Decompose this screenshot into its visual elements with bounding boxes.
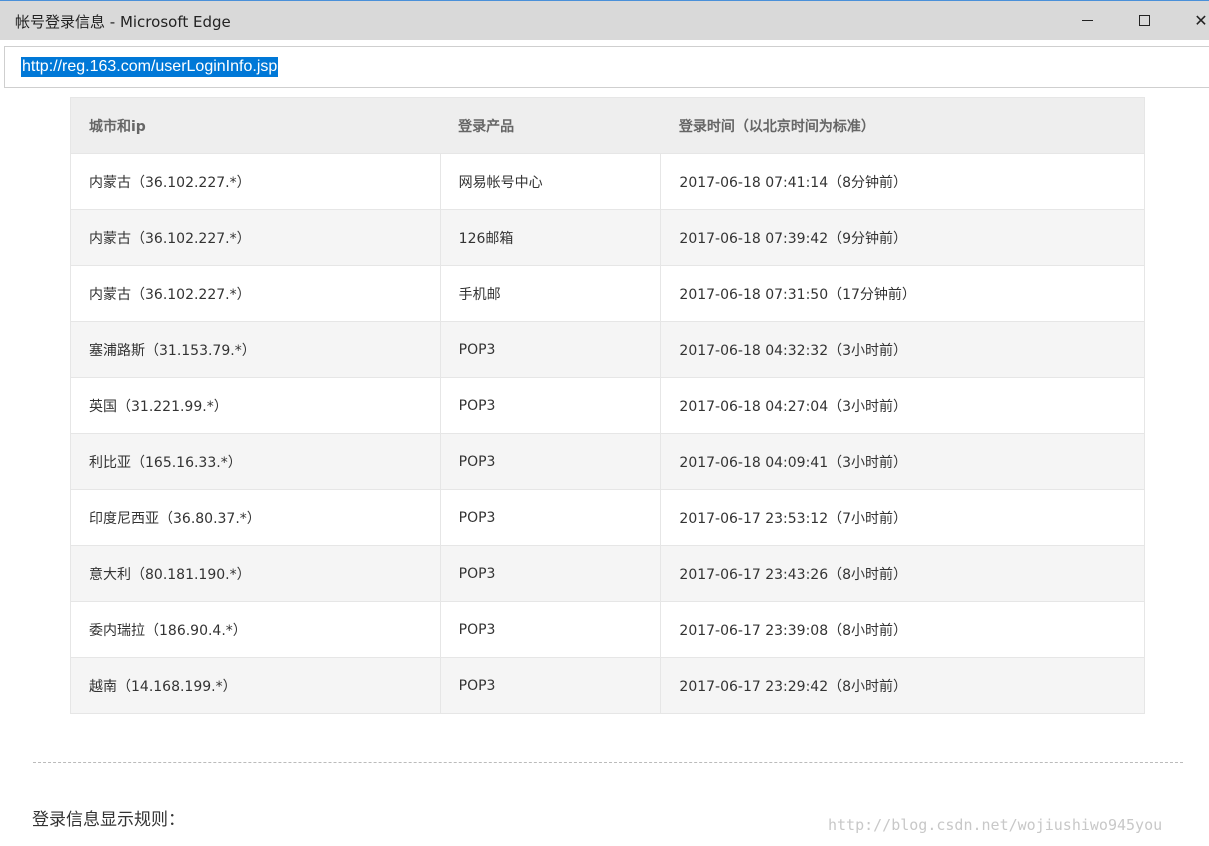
cell-product: POP3 [439,321,661,378]
cell-city-ip: 内蒙古（36.102.227.*） [70,265,441,322]
close-icon: ✕ [1194,11,1208,30]
window-title: 帐号登录信息 - Microsoft Edge [15,13,231,31]
header-city-ip: 城市和ip [70,97,441,154]
cell-city-ip: 内蒙古（36.102.227.*） [70,153,441,210]
table-row: 利比亚（165.16.33.*） POP3 2017-06-18 04:09:4… [70,433,1145,490]
cell-login-time: 2017-06-17 23:39:08（8小时前） [660,601,1145,658]
cell-login-time: 2017-06-17 23:43:26（8小时前） [660,545,1145,602]
cell-login-time: 2017-06-18 04:32:32（3小时前） [660,321,1145,378]
cell-city-ip: 越南（14.168.199.*） [70,657,441,714]
close-button[interactable]: ✕ [1178,1,1209,40]
cell-login-time: 2017-06-18 07:41:14（8分钟前） [660,153,1145,210]
cell-product: POP3 [439,489,661,546]
url-text[interactable]: http://reg.163.com/userLoginInfo.jsp [21,57,279,77]
cell-login-time: 2017-06-18 07:31:50（17分钟前） [660,265,1145,322]
maximize-button[interactable] [1121,1,1167,40]
section-divider [33,762,1183,763]
table-row: 内蒙古（36.102.227.*） 126邮箱 2017-06-18 07:39… [70,209,1145,266]
cell-login-time: 2017-06-18 07:39:42（9分钟前） [660,209,1145,266]
cell-product: 手机邮 [439,265,661,322]
table-row: 内蒙古（36.102.227.*） 手机邮 2017-06-18 07:31:5… [70,265,1145,322]
cell-product: POP3 [439,433,661,490]
cell-city-ip: 塞浦路斯（31.153.79.*） [70,321,441,378]
minimize-icon [1081,20,1093,21]
cell-city-ip: 利比亚（165.16.33.*） [70,433,441,490]
cell-city-ip: 意大利（80.181.190.*） [70,545,441,602]
address-bar[interactable]: http://reg.163.com/userLoginInfo.jsp [4,46,1209,88]
table-header-row: 城市和ip 登录产品 登录时间（以北京时间为标准） [70,97,1145,154]
table-row: 意大利（80.181.190.*） POP3 2017-06-17 23:43:… [70,545,1145,602]
cell-login-time: 2017-06-18 04:09:41（3小时前） [660,433,1145,490]
cell-product: 126邮箱 [439,209,661,266]
table-row: 委内瑞拉（186.90.4.*） POP3 2017-06-17 23:39:0… [70,601,1145,658]
login-info-table: 城市和ip 登录产品 登录时间（以北京时间为标准） 内蒙古（36.102.227… [70,97,1145,714]
header-product: 登录产品 [440,97,661,154]
cell-city-ip: 英国（31.221.99.*） [70,377,441,434]
table-row: 内蒙古（36.102.227.*） 网易帐号中心 2017-06-18 07:4… [70,153,1145,210]
cell-product: POP3 [439,377,661,434]
page-content: 城市和ip 登录产品 登录时间（以北京时间为标准） 内蒙古（36.102.227… [0,89,1209,846]
table-row: 塞浦路斯（31.153.79.*） POP3 2017-06-18 04:32:… [70,321,1145,378]
cell-city-ip: 印度尼西亚（36.80.37.*） [70,489,441,546]
cell-city-ip: 委内瑞拉（186.90.4.*） [70,601,441,658]
cell-login-time: 2017-06-18 04:27:04（3小时前） [660,377,1145,434]
maximize-icon [1138,15,1150,26]
cell-product: POP3 [439,545,661,602]
table-row: 印度尼西亚（36.80.37.*） POP3 2017-06-17 23:53:… [70,489,1145,546]
table-row: 越南（14.168.199.*） POP3 2017-06-17 23:29:4… [70,657,1145,714]
table-row: 英国（31.221.99.*） POP3 2017-06-18 04:27:04… [70,377,1145,434]
watermark: http://blog.csdn.net/wojiushiwo945you [828,816,1163,834]
minimize-button[interactable] [1064,1,1110,40]
window-titlebar: 帐号登录信息 - Microsoft Edge ✕ [0,0,1209,40]
cell-login-time: 2017-06-17 23:29:42（8小时前） [660,657,1145,714]
rules-title: 登录信息显示规则： [32,810,185,830]
cell-product: 网易帐号中心 [439,153,661,210]
header-login-time: 登录时间（以北京时间为标准） [660,97,1145,154]
cell-product: POP3 [439,657,661,714]
cell-city-ip: 内蒙古（36.102.227.*） [70,209,441,266]
cell-product: POP3 [439,601,661,658]
cell-login-time: 2017-06-17 23:53:12（7小时前） [660,489,1145,546]
